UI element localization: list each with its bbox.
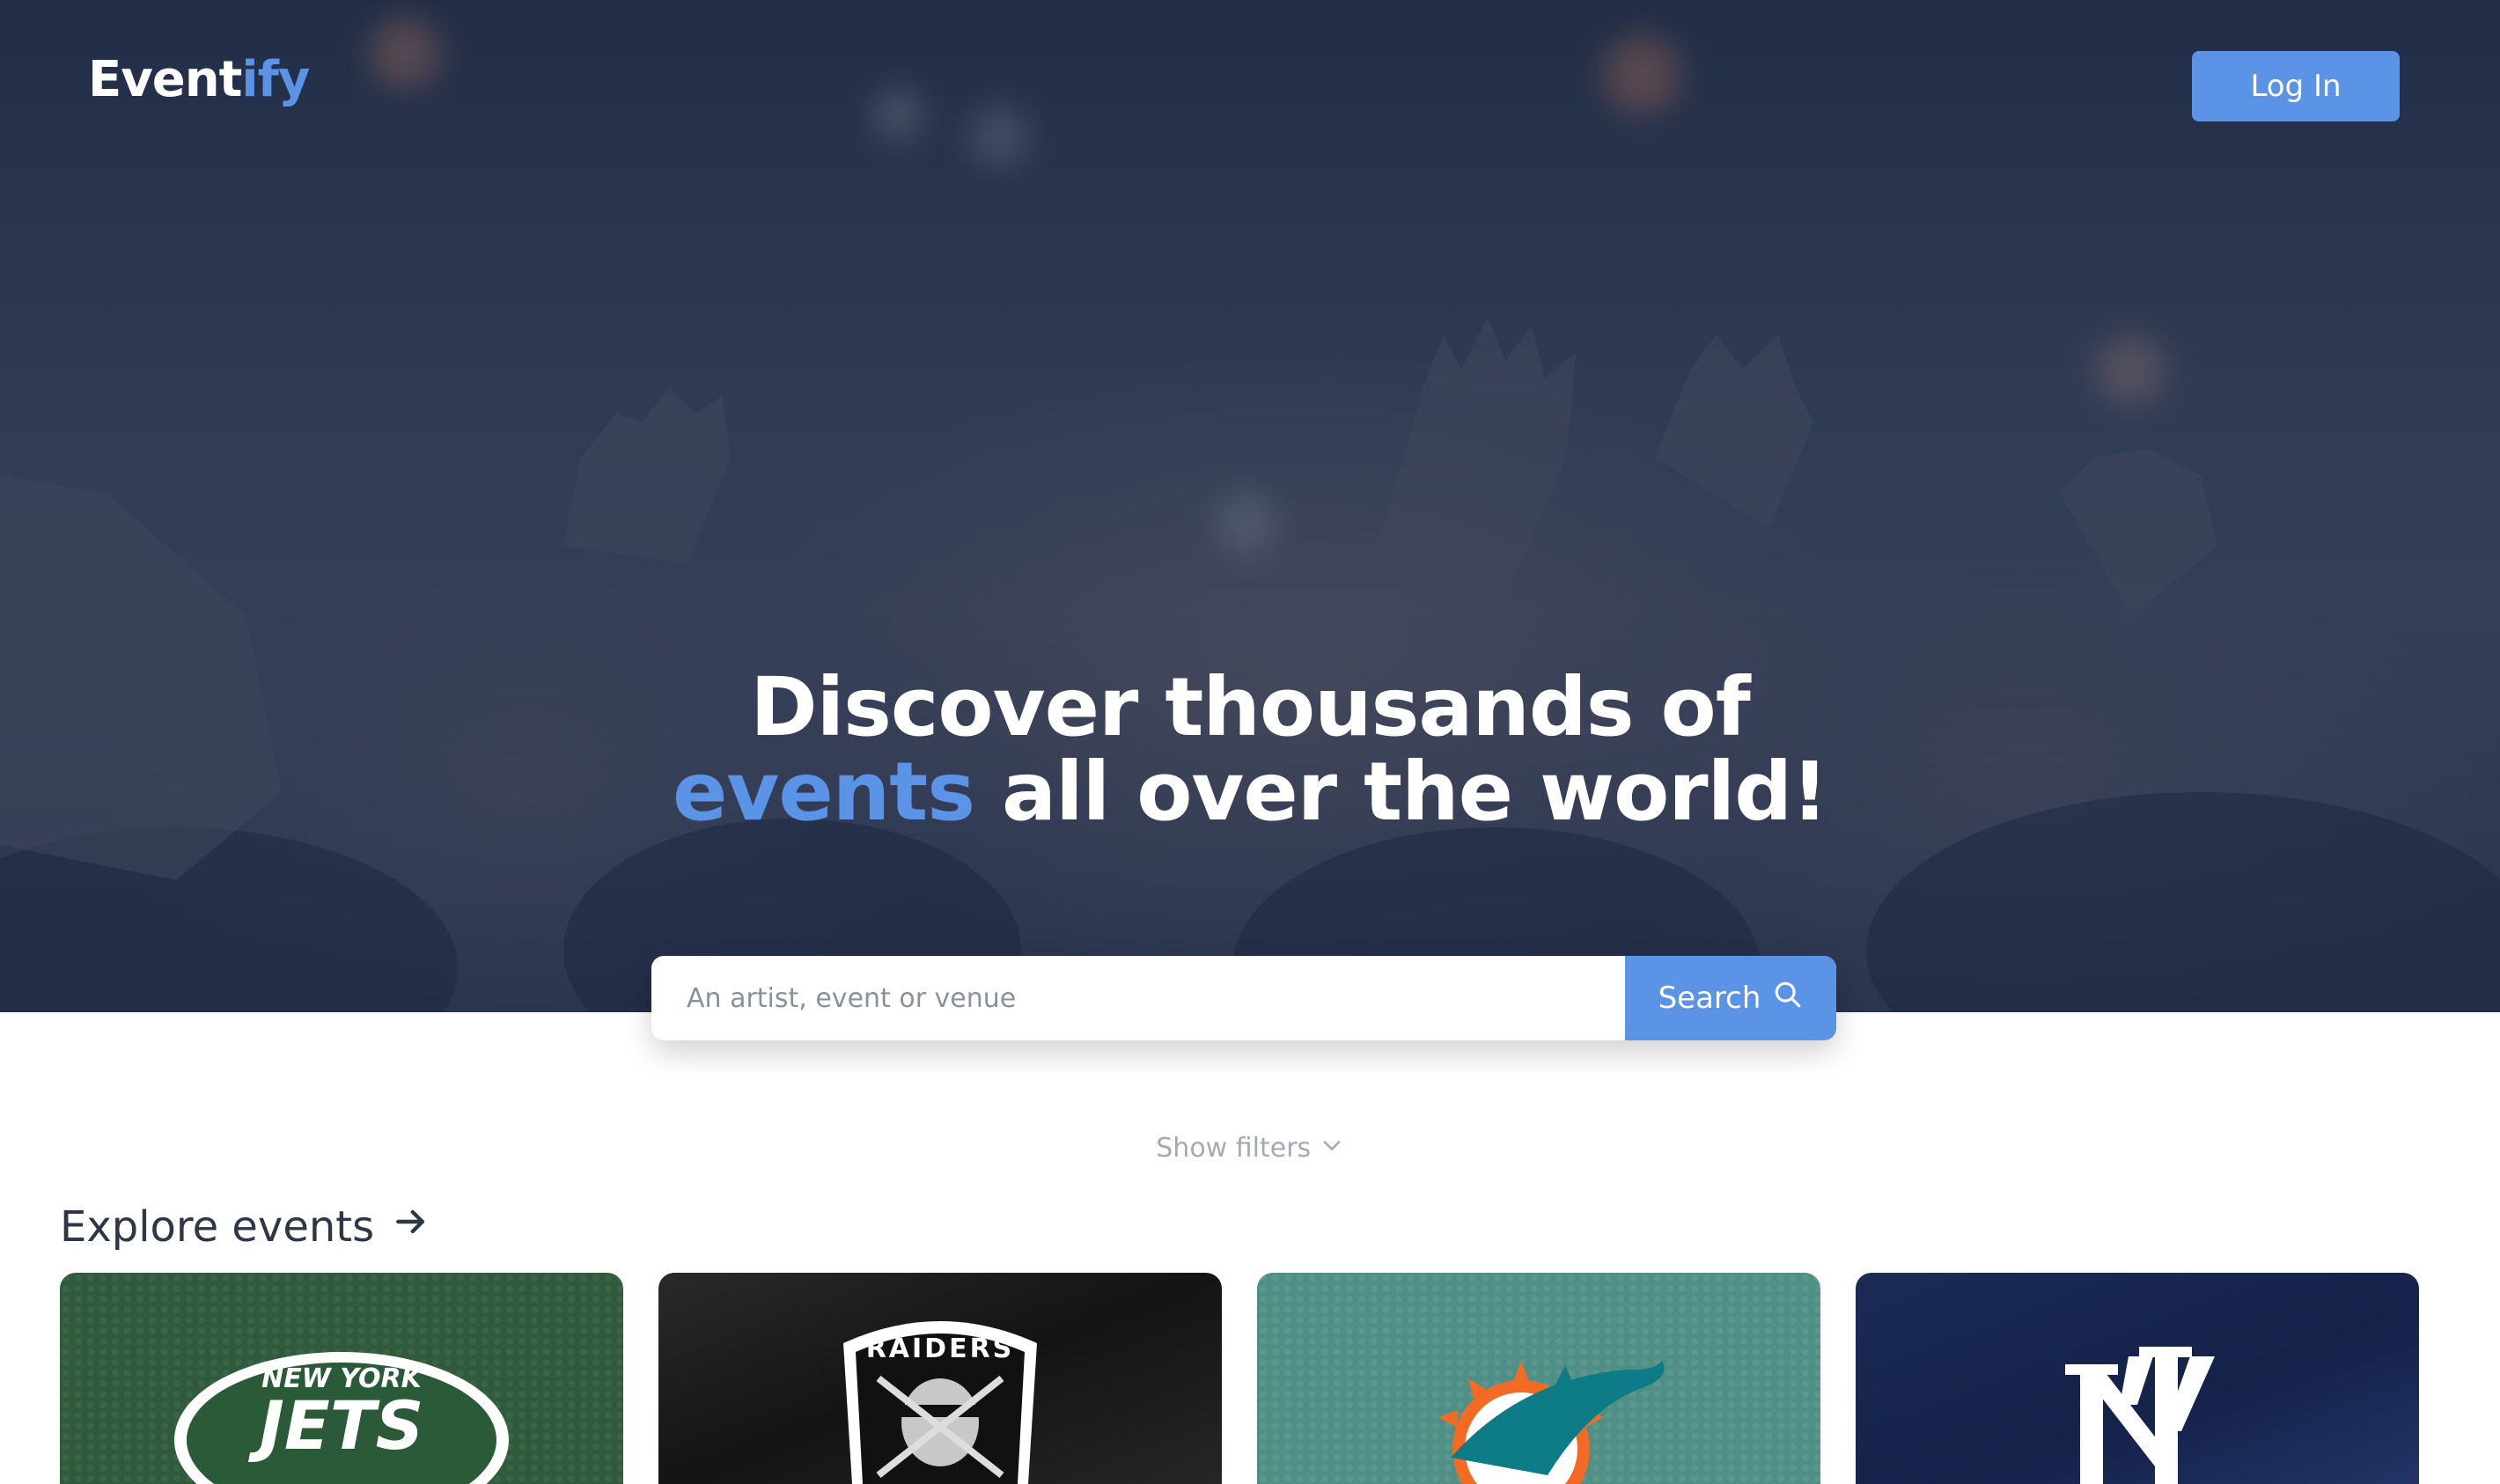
- login-button[interactable]: Log In: [2192, 51, 2400, 121]
- search-icon: [1773, 980, 1803, 1017]
- arrow-right-icon: [392, 1202, 430, 1252]
- search-button-label: Search: [1658, 981, 1761, 1016]
- card-team-text-2: JETS: [248, 1386, 424, 1465]
- card-team-text-1: RAIDERS: [866, 1333, 1015, 1364]
- explore-events-heading[interactable]: Explore events: [60, 1202, 430, 1252]
- dolphins-logo-image: [1257, 1273, 1820, 1484]
- search-button[interactable]: Search: [1625, 956, 1836, 1040]
- hero-banner: Eventify Log In Discover thousands of ev…: [0, 0, 2500, 1012]
- event-card[interactable]: [1257, 1273, 1820, 1484]
- headline-rest: all over the world!: [974, 745, 1828, 839]
- headline-accent-word: events: [673, 745, 975, 839]
- show-filters-label: Show filters: [1156, 1133, 1312, 1164]
- logo-text-main: Event: [88, 51, 242, 108]
- explore-events-label: Explore events: [60, 1202, 375, 1252]
- search-bar: Search: [651, 956, 1836, 1040]
- event-cards-row: NEW YORK JETS RAIDERS: [60, 1273, 2419, 1484]
- show-filters-toggle[interactable]: Show filters: [0, 1132, 2500, 1164]
- logo-text-accent: ify: [241, 51, 310, 108]
- event-card[interactable]: [1856, 1273, 2419, 1484]
- hero-headline: Discover thousands of events all over th…: [0, 665, 2500, 834]
- headline-line-1: Discover thousands of: [750, 660, 1751, 754]
- event-card[interactable]: RAIDERS: [658, 1273, 1222, 1484]
- event-card[interactable]: NEW YORK JETS: [60, 1273, 623, 1484]
- search-input[interactable]: [651, 956, 1625, 1040]
- raiders-logo-image: RAIDERS: [658, 1273, 1222, 1484]
- hero-overlay: [0, 0, 2500, 1012]
- jets-logo-image: NEW YORK JETS: [60, 1273, 623, 1484]
- yankees-logo-image: [1856, 1273, 2419, 1484]
- headline-line-2: events all over the world!: [0, 750, 2500, 834]
- chevron-down-icon: [1320, 1134, 1344, 1164]
- brand-logo[interactable]: Eventify: [88, 51, 310, 108]
